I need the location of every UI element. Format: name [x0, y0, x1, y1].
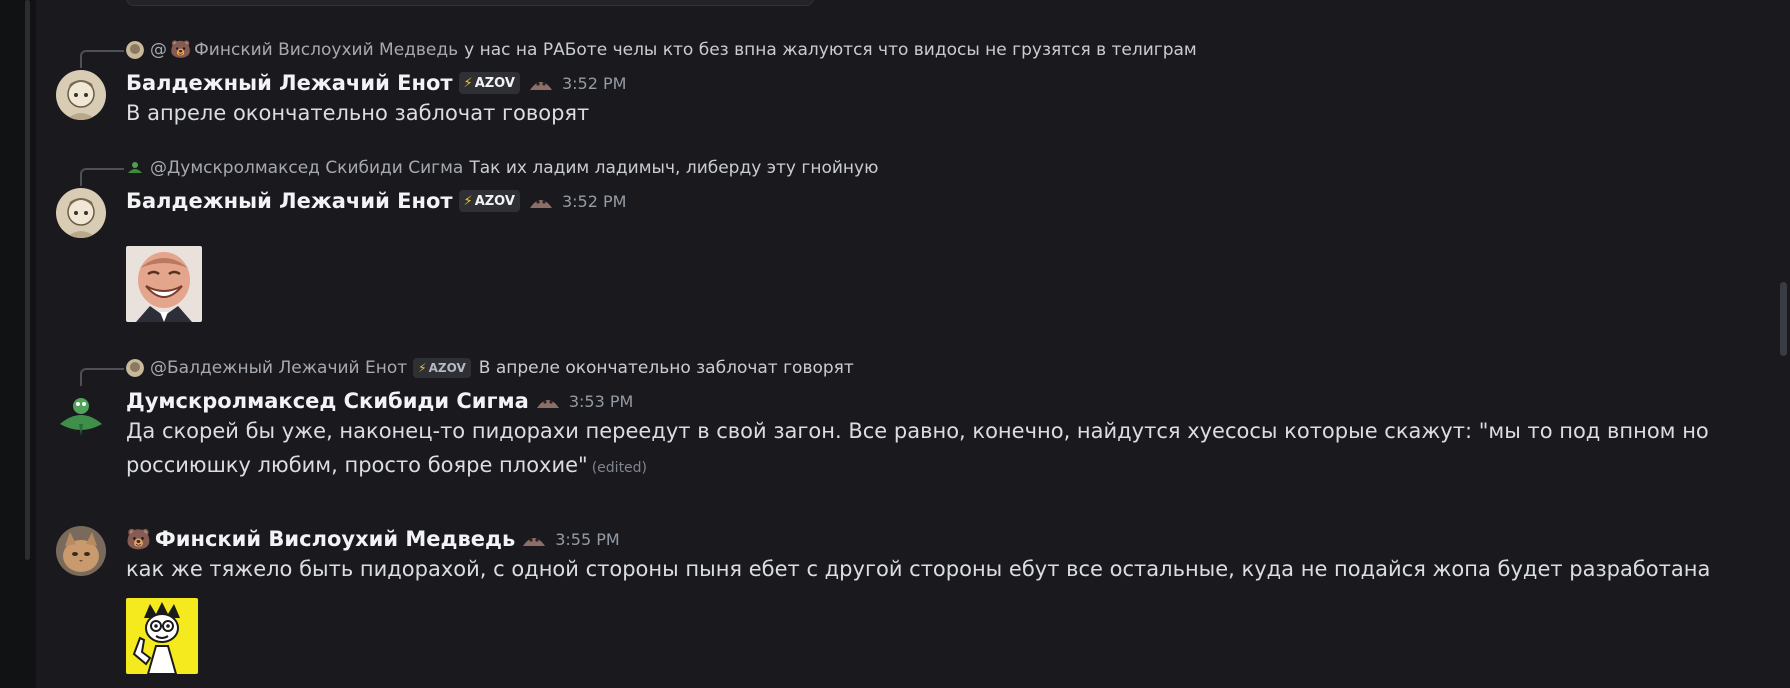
anime-avatar-icon — [56, 70, 106, 120]
reply-avatar-icon — [126, 359, 144, 377]
chat-scrollbar[interactable] — [1780, 282, 1787, 356]
reply-connector — [80, 168, 124, 186]
user-avatar[interactable] — [56, 70, 106, 120]
author-name[interactable]: Балдежный Лежачий Енот — [126, 71, 453, 95]
reply-connector — [80, 368, 124, 386]
message-header: Балдежный Лежачий Енот ⚡ AZOV 3:52 PM — [126, 70, 626, 96]
message-text-line-1: Да скорей бы уже, наконец-то пидорахи пе… — [126, 419, 1709, 443]
timestamp[interactable]: 3:52 PM — [562, 192, 626, 211]
author-name[interactable]: Финский Вислоухий Медведь — [155, 527, 515, 551]
reply-guild-tag[interactable]: ⚡ AZOV — [413, 358, 471, 378]
role-badge-icon[interactable] — [528, 74, 554, 92]
edited-marker[interactable]: (edited) — [592, 460, 647, 476]
bolt-icon: ⚡ — [418, 361, 427, 375]
reply-mention: @ — [150, 40, 167, 60]
reply-avatar-icon — [128, 162, 142, 173]
laughing-face-icon — [126, 246, 202, 322]
guild-tag[interactable]: ⚡ AZOV — [458, 72, 520, 94]
cat-avatar-icon — [56, 526, 106, 576]
role-badge-icon[interactable] — [528, 192, 554, 210]
bolt-icon: ⚡ — [463, 75, 473, 91]
reply-preview[interactable]: @Думскролмаксед Скибиди Сигма Так их лад… — [126, 158, 878, 178]
reply-connector — [80, 50, 124, 68]
cartoon-pointing-man-sticker[interactable] — [126, 598, 198, 674]
user-avatar[interactable] — [56, 526, 106, 576]
guild-tag[interactable]: ⚡ AZOV — [458, 190, 520, 212]
reply-preview[interactable]: @ 🐻 Финский Вислоухий Медведь у нас на Р… — [126, 40, 1197, 60]
bear-icon: 🐻 — [126, 527, 151, 551]
message-text-line-2: россиюшку любим, просто бояре плохие" (ed… — [126, 448, 647, 485]
timestamp[interactable]: 3:52 PM — [562, 74, 626, 93]
guild-tag-label: AZOV — [474, 75, 515, 91]
reply-author-name[interactable]: @Думскролмаксед Скибиди Сигма — [150, 158, 463, 178]
message-header: 🐻 Финский Вислоухий Медведь 3:55 PM — [126, 526, 620, 552]
user-avatar[interactable] — [56, 188, 106, 238]
anime-avatar-icon — [56, 188, 106, 238]
pepe-avatar-icon — [56, 388, 106, 438]
role-badge-icon[interactable] — [535, 392, 561, 410]
message-text: как же тяжело быть пидорахой, с одной ст… — [126, 557, 1711, 581]
cartoon-man-icon — [126, 598, 198, 674]
bear-icon: 🐻 — [170, 40, 192, 60]
role-badge-icon[interactable] — [521, 530, 547, 548]
timestamp[interactable]: 3:55 PM — [555, 530, 619, 549]
guild-tag-label: AZOV — [474, 193, 515, 209]
message-header: Думскролмаксед Скибиди Сигма 3:53 PM — [126, 388, 633, 414]
bolt-icon: ⚡ — [463, 193, 473, 209]
chat-messages: @ 🐻 Финский Вислоухий Медведь у нас на Р… — [36, 0, 1776, 688]
guild-tag-label: AZOV — [428, 361, 466, 375]
message-text: В апреле окончательно заблочат говорят — [126, 101, 590, 125]
reply-text: Так их ладим ладимыч, либерду эту гнойну… — [469, 158, 879, 178]
reply-author-name[interactable]: @Балдежный Лежачий Енот — [150, 358, 407, 378]
reply-author-name[interactable]: Финский Вислоухий Медведь — [194, 40, 458, 60]
rail-scrollbar[interactable] — [25, 0, 30, 560]
timestamp[interactable]: 3:53 PM — [569, 392, 633, 411]
user-avatar[interactable] — [56, 388, 106, 438]
message-text-line-2-content: россиюшку любим, просто бояре плохие" — [126, 453, 588, 477]
reply-text: В апреле окончательно заблочат говорят — [478, 358, 854, 378]
laughing-face-sticker[interactable] — [126, 246, 202, 322]
author-name[interactable]: Думскролмаксед Скибиди Сигма — [126, 389, 529, 413]
author-name[interactable]: Балдежный Лежачий Енот — [126, 189, 453, 213]
server-rail — [0, 0, 36, 688]
reply-avatar-icon — [126, 41, 144, 59]
message-header: Балдежный Лежачий Енот ⚡ AZOV 3:52 PM — [126, 188, 626, 214]
reply-text: у нас на РАБоте челы кто без впна жалуют… — [464, 40, 1197, 60]
reply-preview[interactable]: @Балдежный Лежачий Енот ⚡ AZOV В апреле … — [126, 358, 854, 378]
